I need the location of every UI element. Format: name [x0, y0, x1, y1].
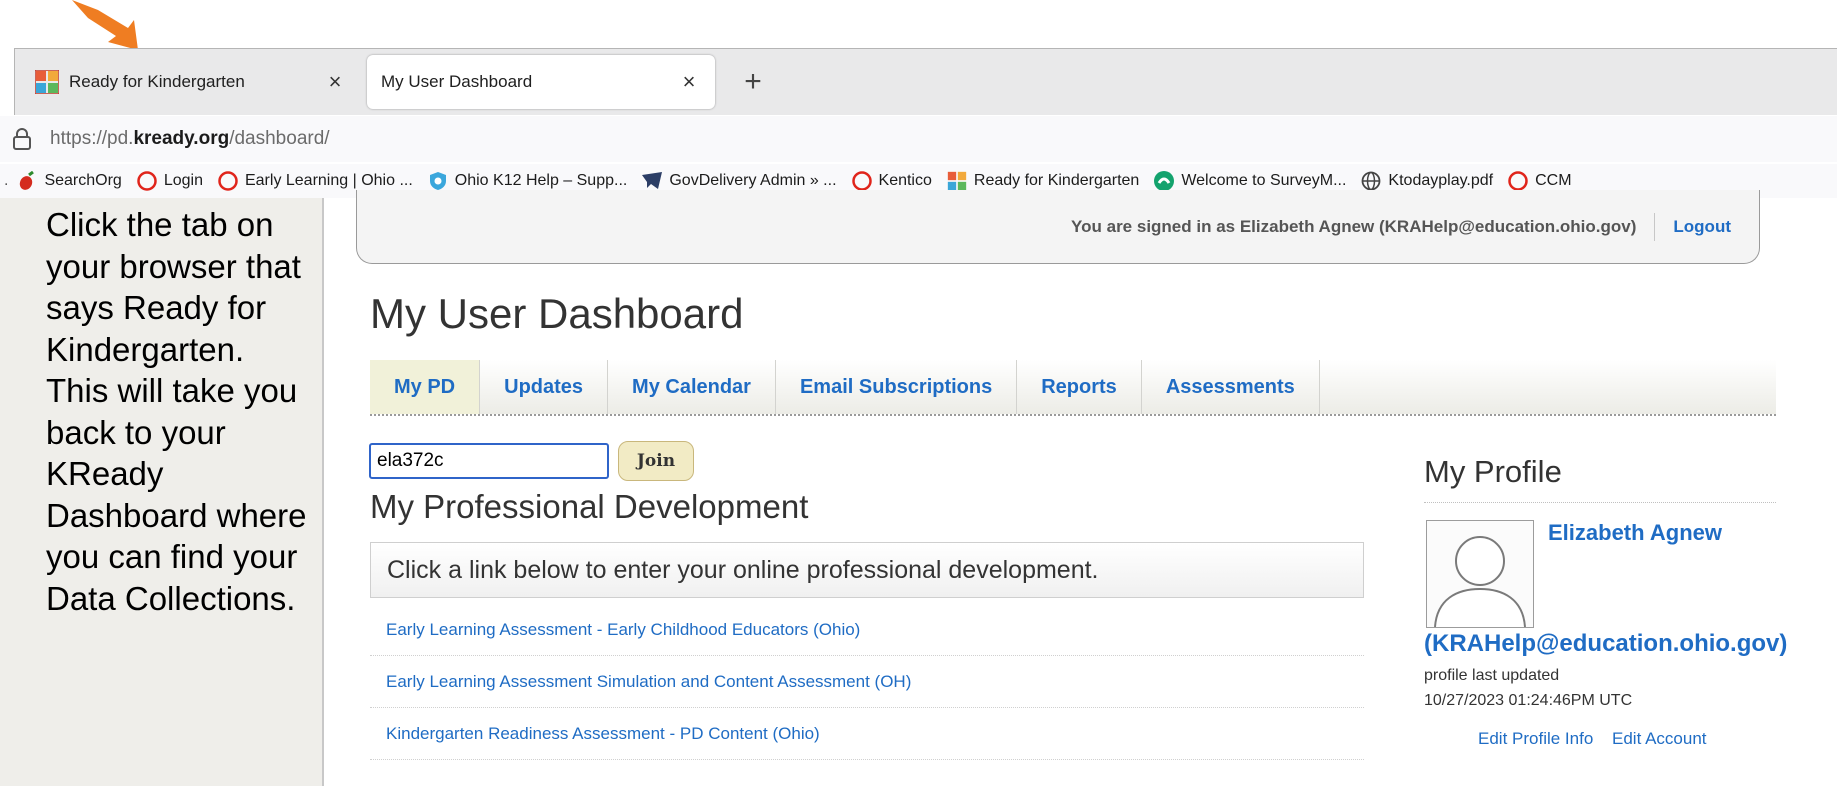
lock-icon	[13, 128, 31, 150]
tab-label: Ready for Kindergarten	[69, 72, 245, 91]
bookmark-label: Welcome to SurveyM...	[1181, 172, 1347, 189]
browser-chrome: Ready for Kindergarten × My User Dashboa…	[0, 0, 1837, 198]
profile-divider	[1424, 502, 1776, 503]
help-shield-icon	[427, 170, 449, 192]
tab-ready-for-kindergarten[interactable]: Ready for Kindergarten ×	[21, 55, 361, 109]
tab-assessments[interactable]: Assessments	[1142, 360, 1320, 414]
globe-icon	[1360, 170, 1382, 192]
bookmark-label: Ohio K12 Help – Supp...	[454, 172, 628, 189]
close-icon[interactable]: ×	[677, 69, 701, 95]
avatar	[1426, 520, 1534, 628]
pepper-icon	[16, 170, 38, 192]
edit-profile-link[interactable]: Edit Profile Info	[1478, 729, 1593, 748]
bookmark-kentico[interactable]: Kentico	[851, 170, 932, 192]
dashboard-tabs: My PD Updates My Calendar Email Subscrip…	[370, 360, 1776, 416]
bookmark-label: GovDelivery Admin » ...	[669, 172, 837, 189]
url-path: /dashboard/	[229, 128, 330, 149]
survey-icon	[1153, 170, 1175, 192]
close-icon[interactable]: ×	[323, 69, 347, 95]
profile-links: Edit Profile Info Edit Account	[1478, 729, 1721, 749]
grid-icon	[35, 70, 59, 94]
bookmark-ktodayplay[interactable]: Ktodayplay.pdf	[1360, 170, 1493, 192]
bookmark-surveymonkey[interactable]: Welcome to SurveyM...	[1153, 170, 1346, 192]
tab-updates[interactable]: Updates	[480, 360, 609, 414]
bookmark-login[interactable]: Login	[136, 170, 203, 192]
red-ring-icon	[136, 170, 158, 192]
tab-my-pd[interactable]: My PD	[370, 360, 481, 414]
instruction-text: Click the tab on your browser that says …	[46, 206, 307, 617]
person-silhouette-icon	[1434, 536, 1526, 627]
envelope-icon	[641, 170, 663, 192]
pd-link-kindergarten-readiness[interactable]: Kindergarten Readiness Assessment - PD C…	[370, 708, 1364, 760]
url-domain: kready.org	[133, 128, 230, 149]
pd-link-list: Early Learning Assessment - Early Childh…	[370, 604, 1364, 760]
bookmark-label: Ready for Kindergarten	[973, 172, 1140, 189]
orange-arrow-icon	[72, 0, 138, 50]
tab-strip: Ready for Kindergarten × My User Dashboa…	[14, 48, 1837, 115]
join-button[interactable]: Join	[618, 441, 694, 481]
url-prefix: https://pd.	[50, 128, 134, 149]
edit-account-link[interactable]: Edit Account	[1612, 729, 1707, 748]
address-bar[interactable]: https://pd. kready.org/dashboard/	[0, 116, 1837, 162]
join-code-input[interactable]	[369, 443, 609, 479]
bookmark-early-learning[interactable]: Early Learning | Ohio ...	[217, 170, 413, 192]
pd-link-simulation[interactable]: Early Learning Assessment Simulation and…	[370, 656, 1364, 708]
bookmark-label: Login	[163, 172, 203, 189]
tab-my-user-dashboard[interactable]: My User Dashboard ×	[367, 55, 715, 109]
bookmark-searchorg[interactable]: SearchOrg	[16, 170, 122, 192]
bookmark-label: CCM	[1535, 172, 1572, 189]
bookmark-govdelivery[interactable]: GovDelivery Admin » ...	[641, 170, 837, 192]
profile-updated-value: 10/27/2023 01:24:46PM UTC	[1424, 692, 1633, 709]
red-ring-icon	[217, 170, 239, 192]
grid-icon	[946, 170, 968, 192]
bookmark-ccm[interactable]: CCM	[1507, 170, 1572, 192]
bookmark-label: Early Learning | Ohio ...	[244, 172, 413, 189]
new-tab-button[interactable]: +	[733, 59, 773, 105]
pd-heading: My Professional Development	[370, 488, 809, 525]
tab-reports[interactable]: Reports	[1017, 360, 1142, 414]
signin-separator	[1654, 212, 1656, 241]
tab-label: My User Dashboard	[381, 72, 533, 91]
bookmarks-overflow-dot: .	[4, 172, 9, 189]
profile-name[interactable]: Elizabeth Agnew	[1548, 520, 1722, 546]
panel-divider	[322, 198, 324, 786]
profile-updated-label: profile last updated	[1424, 667, 1560, 684]
signin-text: You are signed in as Elizabeth Agnew (KR…	[1071, 216, 1637, 236]
red-ring-icon	[851, 170, 873, 192]
bookmark-label: Kentico	[878, 172, 932, 189]
logout-link[interactable]: Logout	[1673, 217, 1731, 237]
tab-my-calendar[interactable]: My Calendar	[608, 360, 776, 414]
pd-prompt-box: Click a link below to enter your online …	[370, 542, 1364, 598]
profile-email[interactable]: (KRAHelp@education.ohio.gov)	[1424, 630, 1787, 658]
pd-link-early-childhood[interactable]: Early Learning Assessment - Early Childh…	[370, 604, 1364, 656]
red-ring-icon	[1507, 170, 1529, 192]
bookmark-ready-for-kindergarten[interactable]: Ready for Kindergarten	[946, 170, 1139, 192]
signin-bar: You are signed in as Elizabeth Agnew (KR…	[356, 190, 1760, 264]
bookmark-ohio-k12-help[interactable]: Ohio K12 Help – Supp...	[427, 170, 628, 192]
instruction-panel: Click the tab on your browser that says …	[0, 198, 322, 786]
bookmark-label: Ktodayplay.pdf	[1388, 172, 1494, 189]
pd-prompt: Click a link below to enter your online …	[387, 555, 1099, 584]
bookmark-label: SearchOrg	[44, 172, 122, 189]
page-title: My User Dashboard	[370, 290, 744, 337]
profile-heading: My Profile	[1424, 454, 1562, 489]
tab-email-subscriptions[interactable]: Email Subscriptions	[776, 360, 1018, 414]
